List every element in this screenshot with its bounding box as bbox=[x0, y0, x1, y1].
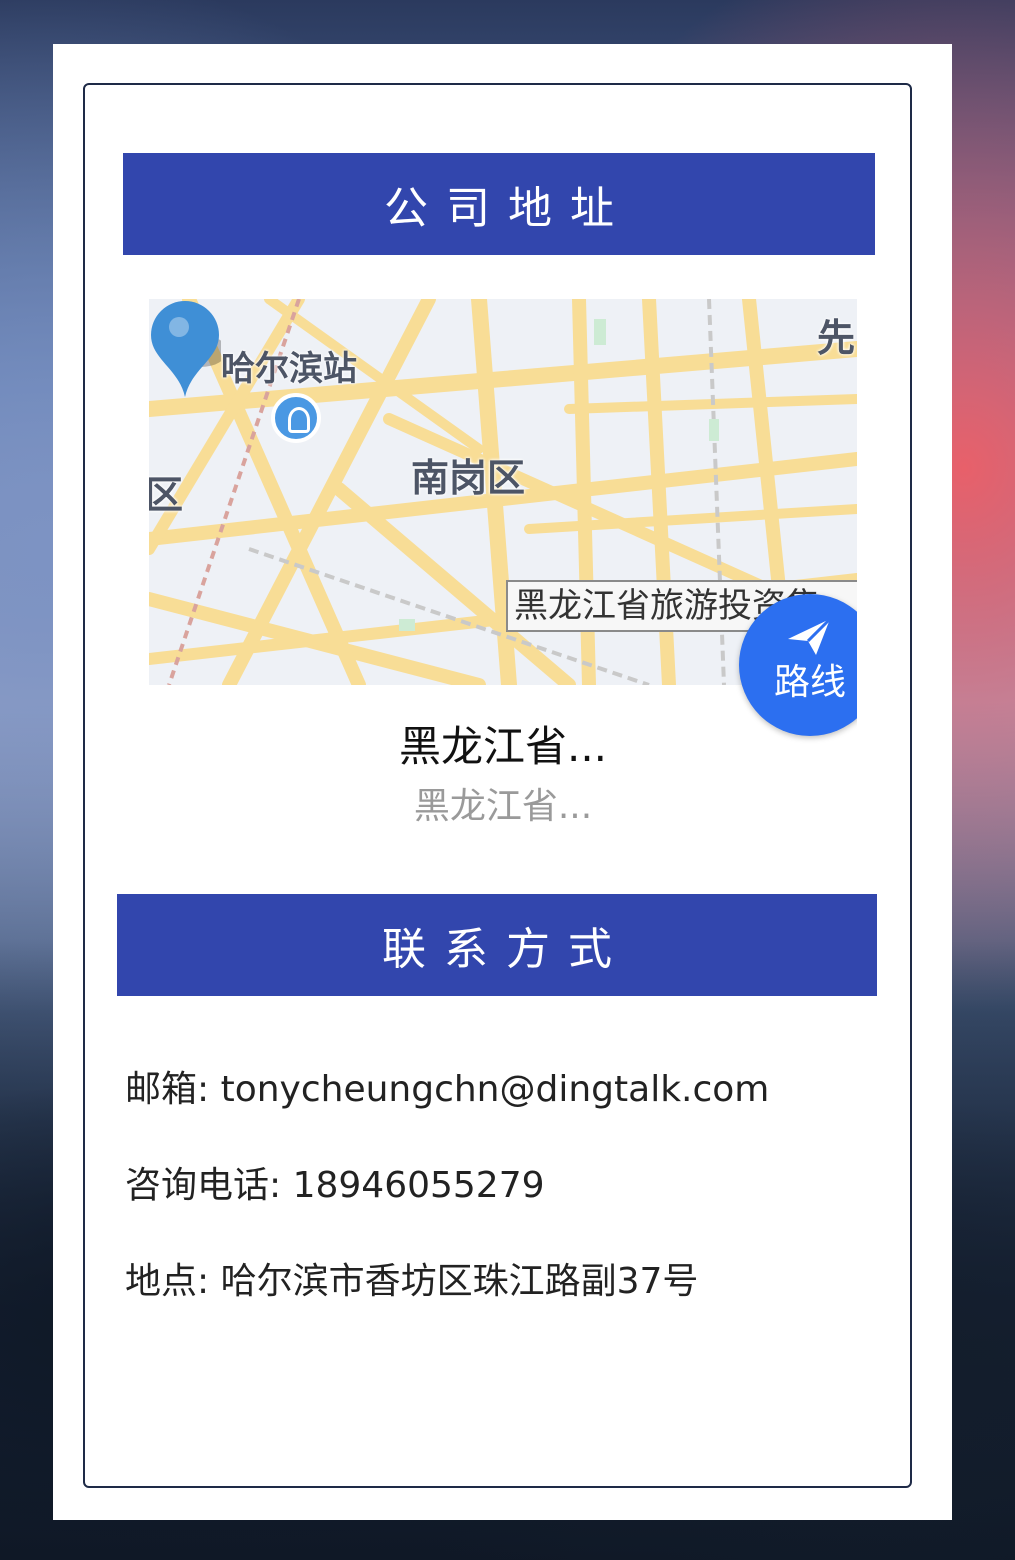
section-header-contact: 联系方式 bbox=[117, 894, 877, 996]
section-header-address: 公司地址 bbox=[123, 153, 875, 255]
map-label-edge-top: 先 bbox=[817, 316, 856, 360]
place-name: 黑龙江省... bbox=[398, 722, 608, 771]
content-card: 公司地址 哈尔滨站 南岗区 区 先 黑龙江省旅游投资集 路线 黑龙江省... 黑… bbox=[53, 44, 952, 1520]
location-pin-icon bbox=[151, 301, 221, 397]
train-station-icon bbox=[271, 393, 321, 443]
section-title-address: 公司地址 bbox=[384, 183, 632, 234]
map-widget[interactable]: 哈尔滨站 南岗区 区 先 黑龙江省旅游投资集 路线 黑龙江省... 黑龙江省..… bbox=[149, 299, 857, 859]
section-title-contact: 联系方式 bbox=[382, 924, 630, 975]
map-label-district: 南岗区 bbox=[411, 456, 526, 500]
send-icon bbox=[788, 617, 832, 655]
map-label-edge-left: 区 bbox=[149, 473, 184, 517]
route-button-label: 路线 bbox=[773, 662, 846, 703]
place-address: 黑龙江省... bbox=[413, 786, 593, 827]
map-label-station: 哈尔滨站 bbox=[221, 349, 357, 389]
contact-phone: 咨询电话: 18946055279 bbox=[125, 1165, 545, 1206]
contact-location: 地点: 哈尔滨市香坊区珠江路副37号 bbox=[125, 1261, 699, 1302]
contact-email: 邮箱: tonycheungchn@dingtalk.com bbox=[125, 1069, 770, 1110]
